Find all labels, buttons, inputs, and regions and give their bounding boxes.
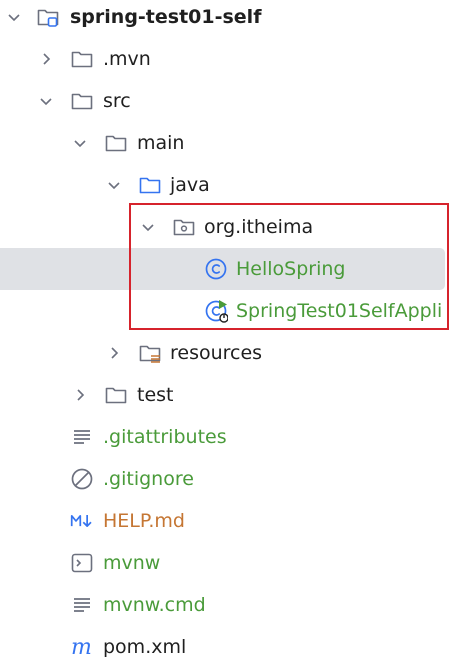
tree-row-package[interactable]: org.itheima (0, 206, 457, 248)
tree-row-gitignore[interactable]: .gitignore (0, 458, 457, 500)
tree-label: mvnw (103, 552, 161, 574)
spring-boot-app-icon (204, 290, 228, 332)
tree-row-mvn[interactable]: .mvn (0, 38, 457, 80)
terminal-icon (70, 542, 94, 584)
tree-label: .gitattributes (103, 426, 227, 448)
tree-row-main[interactable]: main (0, 122, 457, 164)
svg-text:m: m (71, 635, 92, 659)
folder-icon (104, 374, 128, 416)
tree-row-app-class[interactable]: SpringTest01SelfAppli (0, 290, 457, 332)
markdown-icon (70, 500, 94, 542)
tree-label: .mvn (103, 48, 151, 70)
tree-row-gitattributes[interactable]: .gitattributes (0, 416, 457, 458)
tree-label: src (103, 90, 131, 112)
tree-label: test (137, 384, 174, 406)
tree-row-pom[interactable]: m pom.xml (0, 626, 457, 668)
tree-row-mvnw[interactable]: mvnw (0, 542, 457, 584)
chevron-right-icon[interactable] (72, 374, 88, 416)
tree-row-test[interactable]: test (0, 374, 457, 416)
tree-row-root[interactable]: spring-test01-self (0, 0, 457, 38)
tree-label: org.itheima (204, 216, 314, 238)
folder-icon (70, 38, 94, 80)
folder-icon (70, 80, 94, 122)
tree-row-mvnw-cmd[interactable]: mvnw.cmd (0, 584, 457, 626)
maven-icon: m (70, 626, 94, 668)
chevron-down-icon[interactable] (6, 0, 22, 38)
tree-label: pom.xml (103, 636, 187, 658)
tree-label: mvnw.cmd (103, 594, 206, 616)
tree-label: spring-test01-self (70, 6, 262, 28)
tree-row-java[interactable]: java (0, 164, 457, 206)
source-folder-icon (138, 164, 162, 206)
tree-row-resources[interactable]: resources (0, 332, 457, 374)
resources-folder-icon (138, 332, 162, 374)
class-icon (204, 248, 228, 290)
chevron-right-icon[interactable] (106, 332, 122, 374)
chevron-right-icon[interactable] (38, 38, 54, 80)
tree-label: main (137, 132, 185, 154)
chevron-down-icon[interactable] (38, 80, 54, 122)
tree-label: resources (170, 342, 263, 364)
tree-label: java (170, 174, 210, 196)
tree-label: HelloSpring (236, 258, 346, 280)
text-file-icon (70, 416, 94, 458)
tree-label: SpringTest01SelfAppli (236, 300, 443, 322)
tree-row-src[interactable]: src (0, 80, 457, 122)
package-icon (172, 206, 196, 248)
tree-row-help-md[interactable]: HELP.md (0, 500, 457, 542)
tree-row-hello-spring[interactable]: HelloSpring (0, 248, 445, 290)
text-file-icon (70, 584, 94, 626)
ignore-file-icon (70, 458, 94, 500)
tree-label: .gitignore (103, 468, 194, 490)
tree-label: HELP.md (103, 510, 185, 532)
project-folder-icon (36, 0, 60, 38)
chevron-down-icon[interactable] (106, 164, 122, 206)
chevron-down-icon[interactable] (140, 206, 156, 248)
folder-icon (104, 122, 128, 164)
chevron-down-icon[interactable] (72, 122, 88, 164)
